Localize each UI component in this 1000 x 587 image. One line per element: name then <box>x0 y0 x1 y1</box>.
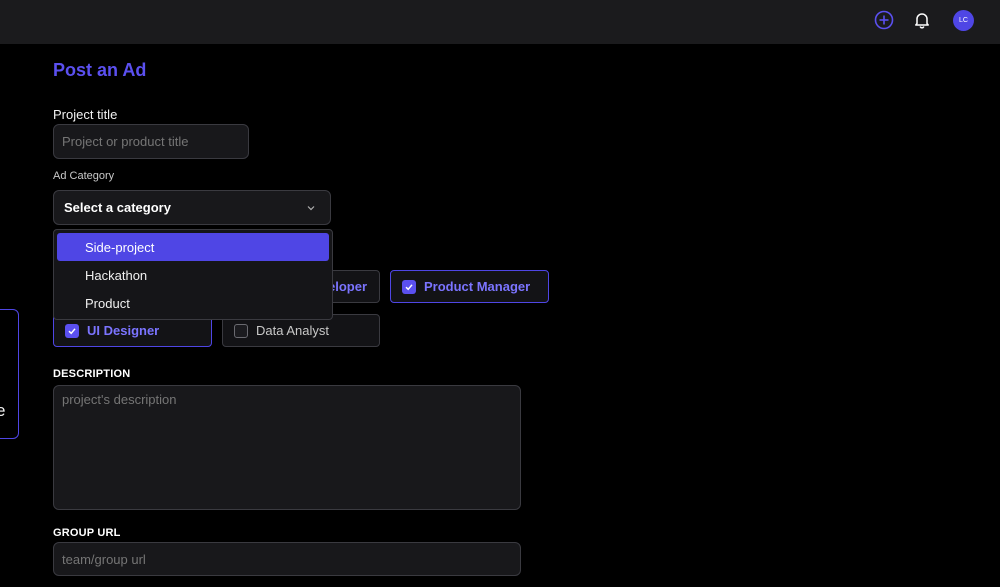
bell-icon <box>915 13 929 29</box>
checkbox-checked-icon[interactable] <box>402 279 416 294</box>
group-url-input[interactable] <box>53 542 521 576</box>
notifications-button[interactable] <box>911 9 933 31</box>
project-title-input[interactable] <box>53 124 249 159</box>
ad-category-label: Ad Category <box>53 170 115 182</box>
role-label-developer: eloper <box>327 279 367 294</box>
top-bar: LC <box>0 0 1000 44</box>
dropdown-option-side-project[interactable]: Side-project <box>57 233 329 261</box>
description-textarea[interactable] <box>53 385 521 510</box>
ad-category-dropdown: Side-project Hackathon Product <box>53 229 333 320</box>
role-label-product-manager: Product Manager <box>424 279 531 294</box>
project-title-label: Project title <box>53 107 118 122</box>
page-title: Post an Ad <box>53 60 147 80</box>
description-label: DESCRIPTION <box>53 368 131 380</box>
topbar-actions: LC <box>873 9 974 31</box>
group-url-label: GROUP URL <box>53 527 121 539</box>
chevron-down-icon <box>307 205 315 210</box>
ad-category-select[interactable]: Select a category <box>53 190 331 225</box>
dropdown-option-product[interactable]: Product <box>57 289 329 317</box>
checkbox-unchecked-icon[interactable] <box>234 323 248 338</box>
dropdown-option-hackathon[interactable]: Hackathon <box>57 261 329 289</box>
role-label-ui-designer: UI Designer <box>87 323 160 338</box>
role-card-product-manager[interactable]: Product Manager <box>390 270 549 303</box>
plus-circle-icon <box>874 10 894 30</box>
ad-category-selected-value: Select a category <box>64 200 171 215</box>
add-post-button[interactable] <box>873 9 895 31</box>
user-avatar[interactable]: LC <box>953 9 974 31</box>
role-label-data-analyst: Data Analyst <box>256 323 329 338</box>
side-card-text: e <box>0 401 6 420</box>
checkbox-checked-icon[interactable] <box>65 323 79 338</box>
